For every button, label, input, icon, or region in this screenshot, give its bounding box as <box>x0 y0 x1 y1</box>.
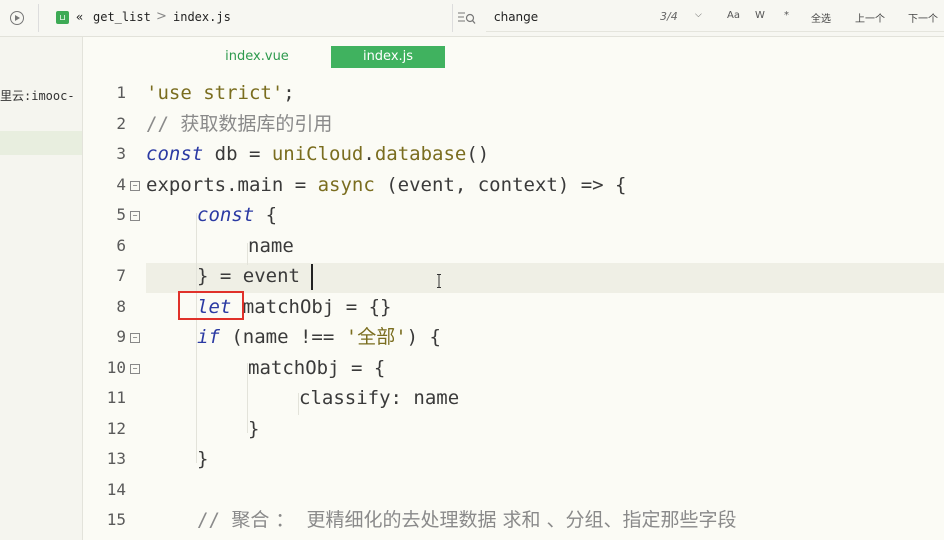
top-toolbar: ⊔ « get_list > index.js 3/4 ⌵ Aa W * 全选 … <box>0 0 944 37</box>
text-cursor <box>311 264 313 290</box>
code-token: (event, context) => { <box>374 173 627 196</box>
code-token: } <box>197 448 209 470</box>
fold-toggle-icon[interactable]: − <box>130 180 140 191</box>
whole-word-toggle[interactable]: W <box>755 10 765 21</box>
code-line[interactable]: // 聚合 ： 更精细化的去处理数据 求和 、分组、指定那些字段 <box>146 505 737 535</box>
search-underline <box>486 31 944 32</box>
code-token: db = <box>203 143 272 165</box>
search-input[interactable] <box>486 7 642 27</box>
code-token: ) { <box>406 326 441 348</box>
code-token: const <box>197 204 255 226</box>
code-token: // <box>197 509 232 531</box>
code-token: 聚合 ： 更精细化的去处理数据 求和 、分组、指定那些字段 <box>231 509 737 531</box>
fold-toggle-icon[interactable]: − <box>130 363 140 374</box>
tab-index-vue[interactable]: index.vue <box>212 46 302 68</box>
previous-match-button[interactable]: 上一个 <box>855 10 885 25</box>
code-token: classify: name <box>299 387 460 409</box>
breadcrumb-folder[interactable]: get_list <box>93 10 151 24</box>
run-icon[interactable] <box>10 11 24 25</box>
code-token: matchObj = { <box>248 356 386 379</box>
next-match-button[interactable]: 下一个 <box>908 10 938 25</box>
code-line[interactable]: 'use strict'; <box>146 78 295 108</box>
line-number: 1 <box>116 83 126 102</box>
explorer-item[interactable]: 里云:imooc- <box>0 87 75 104</box>
code-token: // <box>146 112 181 135</box>
code-line[interactable]: if (name !== '全部') { <box>146 322 441 352</box>
fold-toggle-icon[interactable]: − <box>130 333 140 343</box>
line-number: 10 <box>106 357 126 377</box>
code-token: 获取数据库的引用 <box>180 112 333 135</box>
chevron-right-icon: > <box>156 9 167 24</box>
breadcrumb-back[interactable]: « <box>76 10 83 24</box>
code-line[interactable]: } <box>146 414 259 444</box>
code-token: 'use strict' <box>146 82 284 104</box>
code-token: database <box>374 143 467 165</box>
chevron-down-icon[interactable]: ⌵ <box>695 10 702 20</box>
code-token: . <box>363 143 375 165</box>
code-line[interactable]: // 获取数据库的引用 <box>146 109 332 139</box>
code-token: matchObj = {} <box>231 295 392 318</box>
tab-index-js[interactable]: index.js <box>331 46 445 68</box>
code-line[interactable]: matchObj = { <box>146 353 385 383</box>
line-number: 9 <box>116 327 126 346</box>
code-token: () <box>466 143 490 165</box>
code-line[interactable]: const { <box>146 200 277 230</box>
line-number: 8 <box>116 296 126 316</box>
line-number: 6 <box>116 235 126 255</box>
ibeam-cursor-icon <box>437 274 441 288</box>
code-token: { <box>254 204 278 226</box>
code-token: 全部 <box>357 326 396 348</box>
line-number: 12 <box>106 418 126 438</box>
line-number: 13 <box>106 449 126 468</box>
toolbar-divider <box>38 4 39 32</box>
code-token: ' <box>395 326 407 348</box>
code-token: if <box>197 326 220 348</box>
line-number: 11 <box>106 388 126 407</box>
line-number: 4 <box>116 174 126 194</box>
code-token: ' <box>345 326 358 348</box>
annotation-highlight-box <box>178 291 244 320</box>
line-number: 2 <box>116 113 126 133</box>
code-line[interactable]: exports.main = async (event, context) =>… <box>146 170 626 200</box>
match-count: 3/4 <box>660 10 678 23</box>
code-line[interactable]: classify: name <box>146 383 459 413</box>
editor-tabs: index.vue index.js <box>92 37 944 75</box>
line-number: 7 <box>116 266 126 285</box>
code-line[interactable]: } = event <box>146 261 300 291</box>
project-icon: ⊔ <box>56 11 69 24</box>
fold-toggle-icon[interactable]: − <box>130 211 140 221</box>
code-token: ; <box>283 82 295 104</box>
search-icon[interactable] <box>458 11 476 25</box>
code-token: async <box>317 173 375 196</box>
toolbar-divider <box>452 4 453 32</box>
code-line[interactable]: } <box>146 444 208 474</box>
project-explorer: 里云:imooc- <box>0 37 83 540</box>
code-token: name <box>248 234 294 257</box>
line-number: 15 <box>106 510 126 529</box>
code-line[interactable]: name <box>146 231 294 261</box>
explorer-selected-item[interactable] <box>0 131 82 155</box>
code-token: (name !== <box>219 326 346 348</box>
code-token: uniCloud <box>271 143 364 165</box>
code-line[interactable]: const db = uniCloud.database() <box>146 139 489 169</box>
line-number: 14 <box>106 479 126 499</box>
regex-toggle[interactable]: * <box>784 10 789 21</box>
line-number: 5 <box>116 205 126 224</box>
code-token: } = event <box>197 265 300 287</box>
code-token: exports.main = <box>146 173 318 196</box>
breadcrumb-file[interactable]: index.js <box>173 10 231 24</box>
line-number: 3 <box>116 144 126 163</box>
code-token: } <box>248 417 260 440</box>
select-all-button[interactable]: 全选 <box>811 10 831 25</box>
match-case-toggle[interactable]: Aa <box>727 10 740 21</box>
line-number-gutter: 1 2 3 4−5−6 7 8 9−10−11 12 13 14 15 <box>92 75 142 540</box>
code-token: const <box>146 143 204 165</box>
